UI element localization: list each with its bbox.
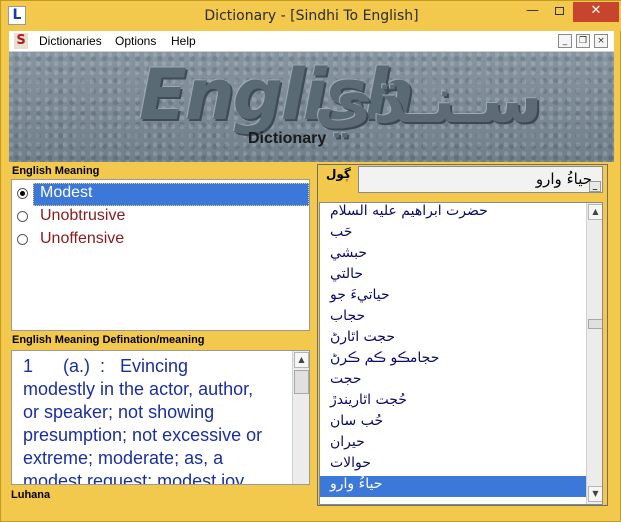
title-bar: L Dictionary - [Sindhi To English] — ✕ bbox=[1, 1, 621, 31]
search-label: ڳول bbox=[326, 167, 351, 181]
list-item[interactable]: حضرت ابراهيم عليه السلام bbox=[320, 203, 587, 224]
search-button[interactable]: _ bbox=[589, 181, 601, 192]
meaning-panel-label: English Meaning bbox=[12, 165, 100, 177]
list-item[interactable]: حياتيءَ جو bbox=[320, 287, 587, 308]
meaning-list: Modest Unobtrusive Unoffensive bbox=[11, 179, 310, 331]
list-item[interactable]: حجاب bbox=[320, 308, 587, 329]
banner-subtitle: Dictionary bbox=[248, 130, 327, 147]
meaning-item-modest[interactable]: Modest bbox=[14, 183, 309, 206]
banner-sindhi-text: سـنـڌي bbox=[314, 64, 543, 138]
meaning-label: Modest bbox=[40, 184, 93, 201]
list-item[interactable]: حجامڪو ڪم ڪرڻ bbox=[320, 350, 587, 371]
meaning-item-unoffensive[interactable]: Unoffensive bbox=[14, 229, 308, 252]
close-button[interactable]: ✕ bbox=[573, 2, 619, 22]
list-item[interactable]: حوالات bbox=[320, 455, 587, 476]
search-input[interactable]: حياءُ وارو bbox=[358, 166, 603, 193]
list-item[interactable]: حبشي bbox=[320, 245, 587, 266]
radio-button[interactable] bbox=[17, 234, 28, 245]
menu-help[interactable]: Help bbox=[171, 34, 196, 48]
definition-panel-label: English Meaning Defination/meaning bbox=[12, 334, 205, 346]
list-item-selected[interactable]: حياءُ وارو bbox=[320, 476, 587, 497]
definition-scrollbar[interactable]: ▲ bbox=[292, 351, 309, 484]
mdi-minimize-button[interactable]: _ bbox=[558, 34, 572, 48]
meaning-label: Unoffensive bbox=[40, 230, 125, 247]
list-item[interactable]: حجت bbox=[320, 371, 587, 392]
banner-logo: English سـنـڌي Dictionary bbox=[9, 52, 614, 162]
scroll-thumb[interactable] bbox=[588, 319, 602, 329]
word-list[interactable]: حضرت ابراهيم عليه السلام حَب حبشي حالتي … bbox=[319, 202, 603, 505]
minimize-button[interactable]: — bbox=[519, 2, 546, 22]
list-item[interactable]: حَب bbox=[320, 224, 587, 245]
scroll-down-icon[interactable]: ▼ bbox=[588, 486, 602, 502]
app-window: L Dictionary - [Sindhi To English] — ✕ S… bbox=[0, 0, 621, 522]
list-item[interactable]: حالتي bbox=[320, 266, 587, 287]
scroll-thumb[interactable] bbox=[294, 370, 309, 394]
maximize-icon bbox=[554, 7, 564, 15]
mdi-close-button[interactable]: × bbox=[594, 34, 608, 48]
status-label: Luhana bbox=[11, 489, 51, 501]
radio-button[interactable] bbox=[17, 211, 28, 222]
list-item[interactable]: حُجت اٿاريندڙ bbox=[320, 392, 587, 413]
scroll-up-icon[interactable]: ▲ bbox=[588, 204, 602, 220]
list-item[interactable]: حجت اٿارڻ bbox=[320, 329, 587, 350]
list-item[interactable]: حُب سان bbox=[320, 413, 587, 434]
word-list-scrollbar[interactable]: ▲ ▼ bbox=[586, 203, 602, 504]
definition-text: 1 (a.) : Evincing modestly in the actor,… bbox=[23, 356, 263, 485]
scroll-up-icon[interactable]: ▲ bbox=[294, 352, 309, 368]
menu-bar: S Dictionaries Options Help _ ❐ × bbox=[9, 31, 614, 52]
menu-dictionaries[interactable]: Dictionaries bbox=[39, 34, 102, 48]
radio-button[interactable] bbox=[17, 188, 28, 199]
definition-textbox[interactable]: 1 (a.) : Evincing modestly in the actor,… bbox=[11, 350, 310, 485]
meaning-item-unobtrusive[interactable]: Unobtrusive bbox=[14, 206, 308, 229]
mdi-restore-button[interactable]: ❐ bbox=[576, 34, 590, 48]
meaning-label: Unobtrusive bbox=[40, 207, 126, 224]
menu-options[interactable]: Options bbox=[115, 34, 156, 48]
maximize-button[interactable] bbox=[546, 2, 572, 22]
document-icon[interactable]: S bbox=[14, 33, 28, 49]
list-item[interactable]: حيران bbox=[320, 434, 587, 455]
